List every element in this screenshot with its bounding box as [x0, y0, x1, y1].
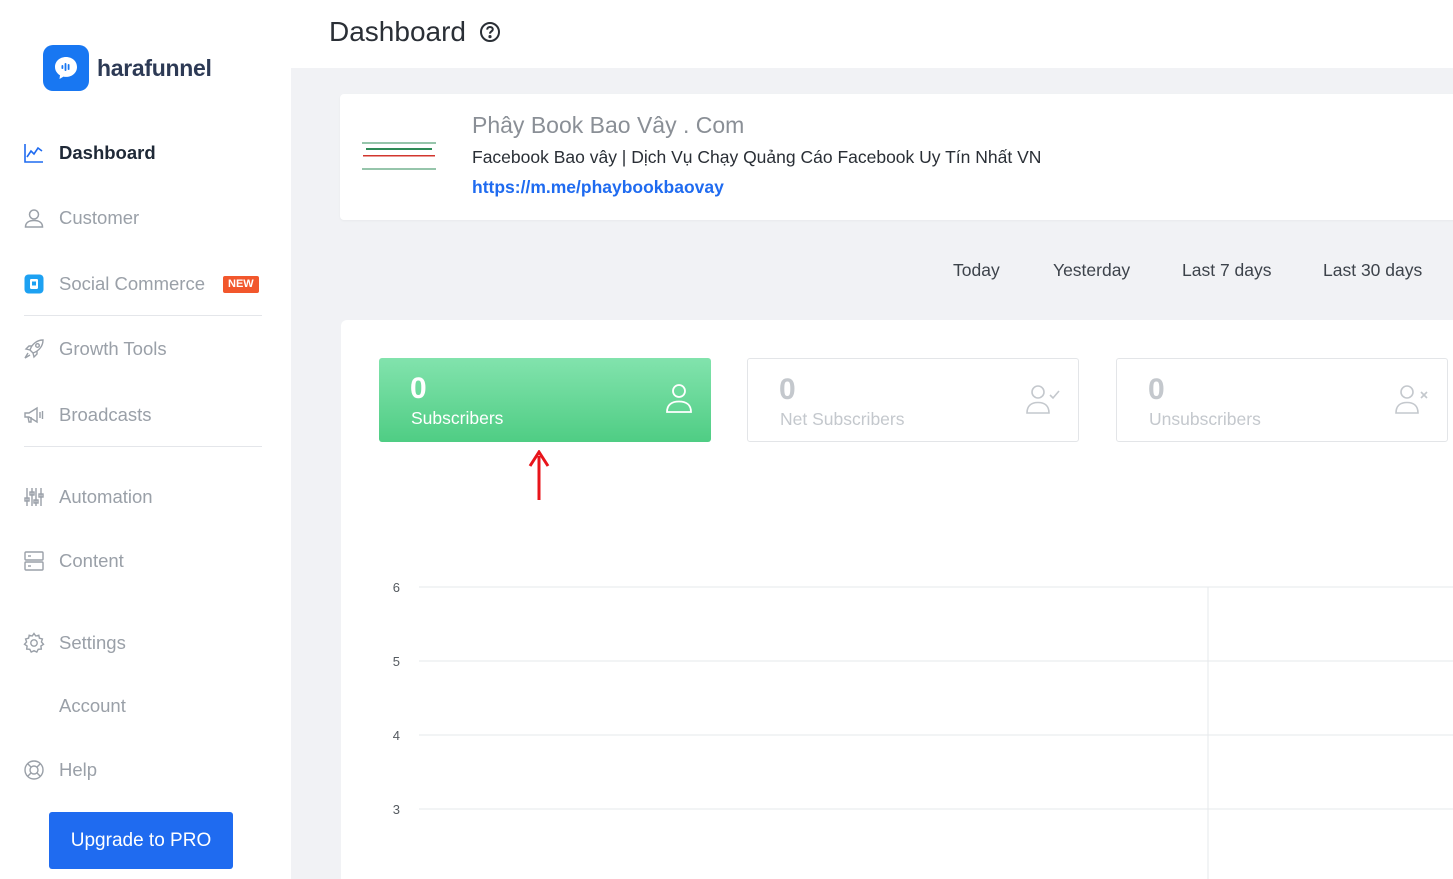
user-icon — [665, 382, 693, 419]
user-remove-icon — [1395, 383, 1429, 420]
account-icon — [22, 694, 46, 718]
sidebar-item-label: Dashboard — [59, 142, 156, 163]
sidebar-item-broadcasts[interactable]: Broadcasts — [22, 400, 152, 430]
logo-text: harafunnel — [97, 54, 212, 81]
megaphone-icon — [22, 403, 46, 427]
social-commerce-icon — [22, 272, 46, 296]
user-check-icon — [1026, 383, 1060, 420]
stat-card-unsubscribers[interactable]: 0 Unsubscribers — [1116, 358, 1448, 442]
annotation-arrow-icon — [527, 449, 551, 507]
page-title-text: Dashboard — [329, 16, 466, 47]
tab-last-30-days[interactable]: Last 30 days — [1323, 260, 1422, 281]
sidebar-item-label: Help — [59, 759, 98, 780]
header: Dashboard — [291, 0, 1453, 68]
sidebar-item-account[interactable]: Account — [22, 691, 126, 721]
sidebar-item-label: Account — [59, 695, 126, 716]
sidebar-item-label: Content — [59, 550, 124, 571]
question-circle-icon[interactable] — [479, 18, 501, 50]
sidebar-item-label: Broadcasts — [59, 404, 152, 425]
page-title: Dashboard — [329, 14, 501, 50]
sidebar-item-label: Settings — [59, 632, 126, 653]
automation-icon — [22, 485, 46, 509]
stat-card-subscribers[interactable]: 0 Subscribers — [379, 358, 711, 442]
stat-label: Subscribers — [411, 408, 504, 428]
chart-line-icon — [22, 141, 46, 165]
stat-value: 0 — [1148, 373, 1165, 406]
stat-value: 0 — [779, 373, 796, 406]
page-name: Phây Book Bao Vây . Com — [472, 112, 745, 138]
sidebar-divider — [24, 446, 262, 447]
new-badge: NEW — [223, 275, 259, 293]
tab-yesterday[interactable]: Yesterday — [1053, 260, 1130, 281]
lifebuoy-icon — [22, 758, 46, 782]
tab-last-7-days[interactable]: Last 7 days — [1182, 260, 1272, 281]
sidebar-item-label: Growth Tools — [59, 338, 167, 359]
messenger-link[interactable]: https://m.me/phaybookbaovay — [472, 177, 724, 198]
sidebar-item-growth-tools[interactable]: Growth Tools — [22, 334, 167, 364]
stat-label: Unsubscribers — [1149, 409, 1261, 429]
sidebar: harafunnel Dashboard Customer Social Com… — [0, 0, 291, 879]
page-info-card: Phây Book Bao Vây . Com Facebook Bao vây… — [340, 94, 1453, 220]
sidebar-item-settings[interactable]: Settings — [22, 628, 126, 658]
stat-label: Net Subscribers — [780, 409, 905, 429]
sidebar-item-automation[interactable]: Automation — [22, 482, 153, 512]
sidebar-item-help[interactable]: Help — [22, 755, 97, 785]
stat-value: 0 — [410, 372, 427, 405]
sidebar-item-social-commerce[interactable]: Social Commerce NEW — [22, 269, 259, 299]
rocket-icon — [22, 337, 46, 361]
sidebar-item-dashboard[interactable]: Dashboard — [22, 138, 156, 168]
stat-card-net-subscribers[interactable]: 0 Net Subscribers — [747, 358, 1079, 442]
sidebar-item-content[interactable]: Content — [22, 546, 124, 576]
gear-icon — [22, 631, 46, 655]
stats-panel: 0 Subscribers 0 Net Subscribers 0 Unsubs… — [341, 320, 1453, 879]
content-icon — [22, 549, 46, 573]
sidebar-item-label: Automation — [59, 486, 153, 507]
chat-bubble-logo-icon — [43, 45, 89, 91]
upgrade-button[interactable]: Upgrade to PRO — [49, 812, 233, 869]
page-description: Facebook Bao vây | Dịch Vụ Chạy Quảng Cá… — [472, 147, 1042, 167]
tab-today[interactable]: Today — [953, 260, 1000, 281]
logo[interactable]: harafunnel — [43, 45, 212, 91]
sidebar-item-label: Customer — [59, 207, 140, 228]
page-thumbnail — [360, 140, 438, 172]
sidebar-item-customer[interactable]: Customer — [22, 203, 139, 233]
user-icon — [22, 206, 46, 230]
sidebar-divider — [24, 315, 262, 316]
sidebar-item-label: Social Commerce — [59, 273, 205, 294]
